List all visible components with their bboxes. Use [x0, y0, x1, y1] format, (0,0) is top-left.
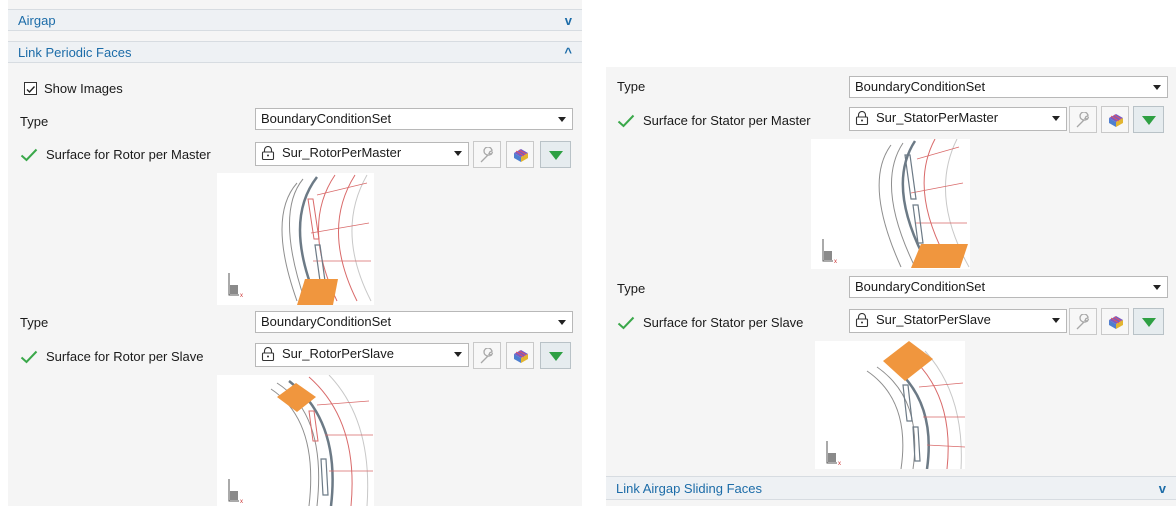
stator-master-diagram: x	[822, 138, 970, 268]
select-button[interactable]	[1133, 308, 1164, 335]
link-periodic-header-label: Link Periodic Faces	[18, 45, 132, 60]
dropdown-arrow-icon	[558, 117, 566, 122]
right-panel: Type BoundaryConditionSet Surface for St…	[606, 67, 1176, 506]
dropdown-arrow-icon	[1153, 285, 1161, 290]
left-panel: Airgap v Link Periodic Faces ^ Show Imag…	[8, 0, 582, 506]
svg-text:x: x	[834, 259, 837, 265]
lock-icon	[261, 146, 275, 160]
lock-icon	[261, 347, 275, 361]
wrench-icon	[480, 147, 494, 163]
svg-text:x: x	[240, 499, 243, 505]
airgap-section-header[interactable]: Airgap v	[8, 9, 582, 31]
svg-text:x: x	[240, 293, 243, 299]
dropdown-arrow-icon	[558, 320, 566, 325]
stator-slave-value: Sur_StatorPerSlave	[876, 312, 991, 327]
stator-master-dropdown[interactable]: Sur_StatorPerMaster	[849, 107, 1067, 131]
checkmark-icon	[20, 350, 38, 364]
stator-slave-dropdown[interactable]: Sur_StatorPerSlave	[849, 309, 1067, 333]
rotor-master-diagram: x	[228, 174, 372, 305]
dropdown-arrow-icon	[454, 151, 462, 156]
dropdown-arrow-icon	[454, 352, 462, 357]
triangle-down-icon	[1142, 318, 1156, 327]
dropdown-arrow-icon	[1153, 85, 1161, 90]
type-dropdown-2[interactable]: BoundaryConditionSet	[849, 276, 1168, 298]
type-dropdown-2-value: BoundaryConditionSet	[261, 314, 392, 329]
mesh-button[interactable]	[506, 342, 534, 369]
triangle-down-icon	[549, 352, 563, 361]
wrench-icon	[480, 348, 494, 364]
rotor-slave-diagram: x	[228, 374, 373, 506]
rotor-slave-label: Surface for Rotor per Slave	[46, 349, 204, 364]
airgap-sliding-header-label: Link Airgap Sliding Faces	[616, 481, 762, 496]
link-airgap-sliding-faces-header[interactable]: Link Airgap Sliding Faces v	[606, 476, 1176, 500]
type-dropdown[interactable]: BoundaryConditionSet	[255, 108, 573, 130]
type-dropdown-value: BoundaryConditionSet	[261, 111, 392, 126]
rotor-slave-value: Sur_RotorPerSlave	[282, 346, 394, 361]
triangle-down-icon	[549, 151, 563, 160]
stator-master-label: Surface for Stator per Master	[643, 113, 811, 128]
mesh-icon	[514, 350, 528, 363]
type-label-2: Type	[617, 281, 646, 296]
checkbox-check-icon	[26, 86, 36, 94]
mesh-icon	[514, 149, 528, 162]
stator-master-image: x	[811, 138, 970, 269]
chevron-down-icon[interactable]: v	[1159, 477, 1166, 501]
select-button[interactable]	[540, 342, 571, 369]
stator-slave-diagram: x	[826, 341, 966, 470]
type-dropdown[interactable]: BoundaryConditionSet	[849, 76, 1168, 98]
type-dropdown-value: BoundaryConditionSet	[855, 79, 986, 94]
mesh-button[interactable]	[1101, 106, 1129, 133]
rotor-slave-image: x	[217, 374, 374, 506]
link-periodic-faces-header[interactable]: Link Periodic Faces ^	[8, 41, 582, 63]
checkmark-icon	[20, 148, 38, 162]
rotor-master-label: Surface for Rotor per Master	[46, 147, 211, 162]
select-button[interactable]	[540, 141, 571, 168]
dropdown-arrow-icon	[1052, 116, 1060, 121]
wrench-icon	[1076, 112, 1090, 128]
triangle-down-icon	[1142, 116, 1156, 125]
wrench-button[interactable]	[473, 342, 501, 369]
wrench-button[interactable]	[473, 141, 501, 168]
rotor-master-dropdown[interactable]: Sur_RotorPerMaster	[255, 142, 469, 166]
show-images-label: Show Images	[44, 81, 123, 96]
rotor-master-image: x	[217, 173, 374, 305]
wrench-button[interactable]	[1069, 308, 1097, 335]
lock-icon	[855, 111, 869, 125]
lock-icon	[855, 313, 869, 327]
mesh-icon	[1109, 114, 1123, 127]
chevron-up-icon[interactable]: ^	[564, 42, 572, 64]
rotor-master-value: Sur_RotorPerMaster	[282, 145, 402, 160]
mesh-button[interactable]	[1101, 308, 1129, 335]
type-label: Type	[20, 114, 49, 129]
checkmark-icon	[617, 114, 635, 128]
wrench-button[interactable]	[1069, 106, 1097, 133]
airgap-header-label: Airgap	[18, 13, 56, 28]
stator-master-value: Sur_StatorPerMaster	[876, 110, 999, 125]
select-button[interactable]	[1133, 106, 1164, 133]
stator-slave-image: x	[815, 341, 966, 470]
chevron-down-icon[interactable]: v	[565, 10, 572, 32]
mesh-icon	[1109, 316, 1123, 329]
rotor-slave-dropdown[interactable]: Sur_RotorPerSlave	[255, 343, 469, 367]
show-images-checkbox[interactable]	[24, 82, 37, 95]
type-dropdown-2[interactable]: BoundaryConditionSet	[255, 311, 573, 333]
mesh-button[interactable]	[506, 141, 534, 168]
type-label: Type	[617, 79, 646, 94]
type-dropdown-2-value: BoundaryConditionSet	[855, 279, 986, 294]
checkmark-icon	[617, 316, 635, 330]
dropdown-arrow-icon	[1052, 318, 1060, 323]
wrench-icon	[1076, 314, 1090, 330]
type-label-2: Type	[20, 315, 49, 330]
svg-text:x: x	[838, 461, 841, 467]
stator-slave-label: Surface for Stator per Slave	[643, 315, 804, 330]
